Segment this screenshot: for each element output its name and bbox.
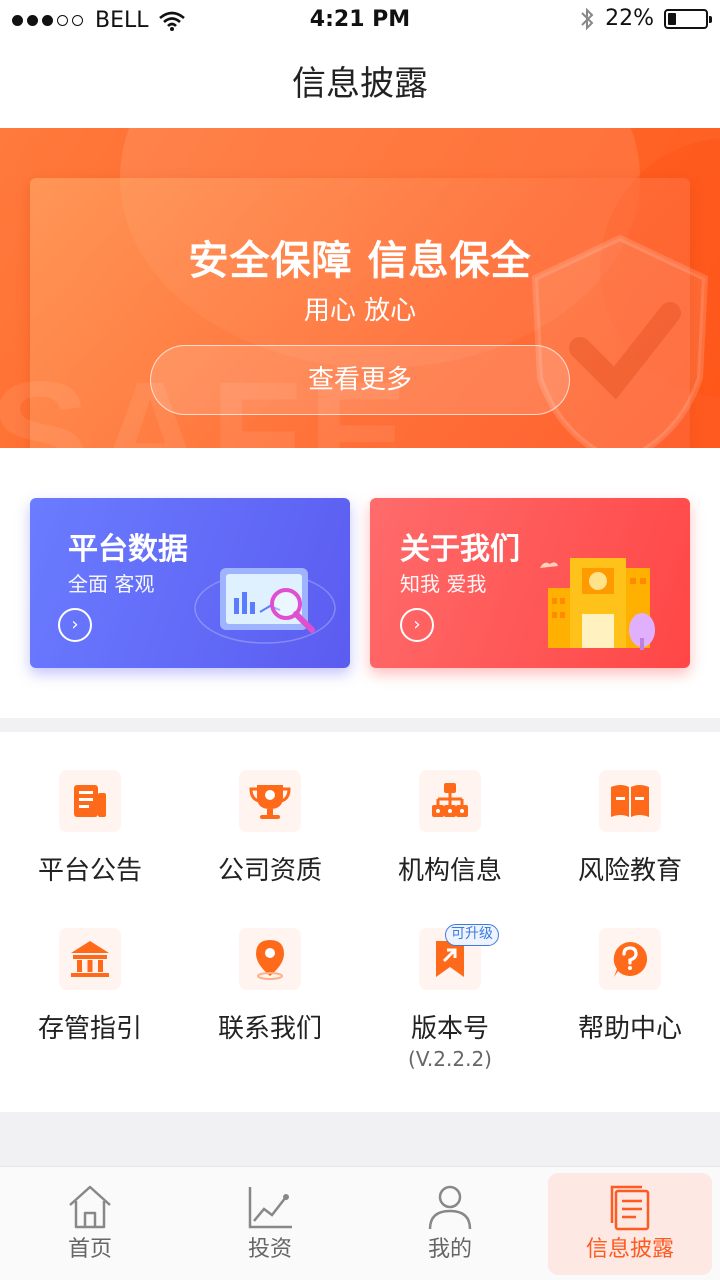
tab-label: 投资 (247, 1237, 292, 1262)
battery-tip (709, 15, 712, 23)
grid-item-help-center[interactable]: 帮助中心 (540, 928, 720, 1045)
section-divider (0, 718, 720, 732)
version-number: (V.2.2.2) (408, 1047, 492, 1071)
bottom-spacer (0, 1112, 720, 1166)
page-title: 信息披露 (292, 64, 428, 104)
battery-fill (668, 12, 676, 25)
tab-label: 我的 (427, 1237, 472, 1262)
grid-item-organization[interactable]: 机构信息 (360, 770, 540, 887)
card-title: 关于我们 (400, 532, 520, 567)
building-illustration (540, 558, 655, 650)
org-chart-icon (419, 770, 481, 832)
card-subtitle: 知我 爱我 (400, 572, 487, 596)
chevron-right-icon[interactable]: › (58, 608, 92, 642)
grid-item-custody-guide[interactable]: 存管指引 (0, 928, 180, 1045)
grid-label: 平台公告 (37, 856, 142, 886)
grid-label: 公司资质 (217, 856, 322, 886)
grid-label: 存管指引 (37, 1014, 142, 1044)
grid-label: 联系我们 (217, 1014, 322, 1044)
card-title: 平台数据 (68, 532, 188, 567)
user-icon (428, 1185, 472, 1230)
grid-label: 帮助中心 (577, 1014, 682, 1044)
trophy-icon (239, 770, 301, 832)
status-bar: BELL 4:21 PM 22% (0, 0, 720, 40)
help-icon (599, 928, 661, 990)
battery-percentage: 22% (605, 6, 654, 31)
bookmark-upgrade-icon: 可升级 (419, 924, 499, 990)
platform-data-card[interactable]: 平台数据 全面 客观 › (30, 498, 350, 668)
document-icon (610, 1185, 650, 1231)
tab-label: 信息披露 (585, 1237, 674, 1262)
tab-label: 首页 (67, 1237, 112, 1262)
hero-subtitle: 用心 放心 (303, 296, 417, 326)
hero-title: 安全保障 信息保全 (188, 238, 532, 284)
battery-icon (664, 8, 712, 29)
grid-item-version[interactable]: 可升级 版本号 (V.2.2.2) (360, 924, 540, 1071)
grid-item-announcements[interactable]: 平台公告 (0, 770, 180, 887)
about-us-card[interactable]: 关于我们 知我 爱我 › (370, 498, 690, 668)
grid-item-qualifications[interactable]: 公司资质 (180, 770, 360, 887)
tab-invest[interactable]: 投资 (188, 1173, 352, 1275)
grid-label: 版本号 (410, 1014, 489, 1044)
bank-icon (59, 928, 121, 990)
tab-home[interactable]: 首页 (8, 1173, 172, 1275)
data-analysis-illustration (194, 568, 336, 644)
upgrade-badge[interactable]: 可升级 (445, 924, 499, 946)
chart-icon (248, 1187, 292, 1229)
book-icon (599, 770, 661, 832)
card-subtitle: 全面 客观 (68, 572, 155, 596)
hero-banner: SAFE 安全保障 信息保全 用心 放心 查看更多 (0, 128, 720, 448)
grid-label: 机构信息 (397, 856, 502, 886)
grid-item-contact-us[interactable]: 联系我们 (180, 928, 360, 1045)
bottom-tab-bar: 首页 投资 我的 信息披露 (0, 1166, 720, 1280)
tab-mine[interactable]: 我的 (368, 1173, 532, 1275)
announcement-icon (59, 770, 121, 832)
tab-info-disclosure[interactable]: 信息披露 (548, 1173, 712, 1275)
bluetooth-icon (581, 7, 594, 30)
grid-label: 风险教育 (577, 856, 682, 886)
status-right: 22% (579, 6, 712, 31)
home-icon (69, 1185, 111, 1229)
view-more-button[interactable]: 查看更多 (150, 345, 570, 415)
grid-item-risk-education[interactable]: 风险教育 (540, 770, 720, 887)
info-disclosure-screen: BELL 4:21 PM 22% 信息披露 SAFE 安全保障 信息保全 用心 … (0, 0, 720, 1280)
location-icon (239, 928, 301, 990)
chevron-right-icon[interactable]: › (400, 608, 434, 642)
